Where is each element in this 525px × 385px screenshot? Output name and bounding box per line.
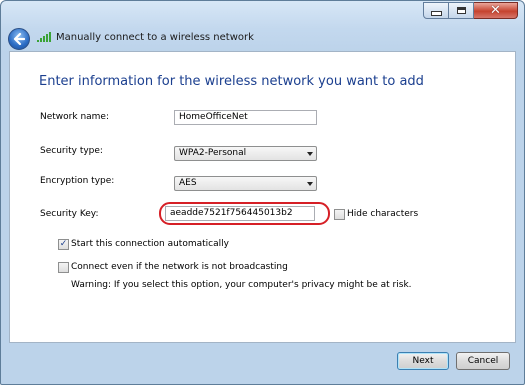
page-heading: Enter information for the wireless netwo…	[39, 74, 424, 89]
minimize-button[interactable]	[423, 2, 449, 19]
content-panel: Enter information for the wireless netwo…	[9, 51, 516, 343]
close-button[interactable]: ✕	[474, 2, 518, 19]
connect-even-label: Connect even if the network is not broad…	[71, 262, 288, 272]
security-type-select[interactable]: WPA2-Personal	[174, 146, 317, 161]
hide-characters-label: Hide characters	[347, 209, 419, 219]
network-name-input[interactable]: HomeOfficeNet	[174, 110, 317, 125]
hide-characters-checkbox[interactable]	[334, 209, 345, 220]
security-key-label: Security Key:	[40, 209, 99, 219]
chevron-down-icon	[307, 152, 313, 156]
start-automatically-label: Start this connection automatically	[71, 239, 229, 249]
start-automatically-checkbox[interactable]: ✓	[58, 239, 69, 250]
back-arrow-icon	[13, 33, 25, 45]
chevron-down-icon	[307, 182, 313, 186]
checkmark-icon: ✓	[59, 239, 68, 249]
wireless-signal-icon	[37, 32, 51, 42]
encryption-type-label: Encryption type:	[40, 176, 115, 186]
encryption-type-value: AES	[179, 178, 197, 188]
network-name-label: Network name:	[40, 112, 109, 122]
security-type-label: Security type:	[40, 146, 103, 156]
next-button[interactable]: Next	[397, 352, 449, 370]
dialog-window: ✕ Manually connect to a wireless network…	[0, 0, 525, 385]
caption-buttons: ✕	[423, 2, 518, 19]
window-title: Manually connect to a wireless network	[56, 32, 254, 43]
minimize-icon	[430, 11, 442, 16]
security-key-input[interactable]: aeadde7521f756445013b2	[165, 206, 315, 221]
connect-even-checkbox[interactable]	[58, 262, 69, 273]
back-button[interactable]	[8, 28, 30, 50]
cancel-button[interactable]: Cancel	[456, 352, 510, 370]
privacy-warning-text: Warning: If you select this option, your…	[71, 280, 412, 290]
security-type-value: WPA2-Personal	[179, 148, 247, 158]
maximize-icon	[456, 7, 466, 14]
maximize-button[interactable]	[449, 2, 474, 19]
close-icon: ✕	[490, 3, 501, 18]
encryption-type-select[interactable]: AES	[174, 176, 317, 191]
